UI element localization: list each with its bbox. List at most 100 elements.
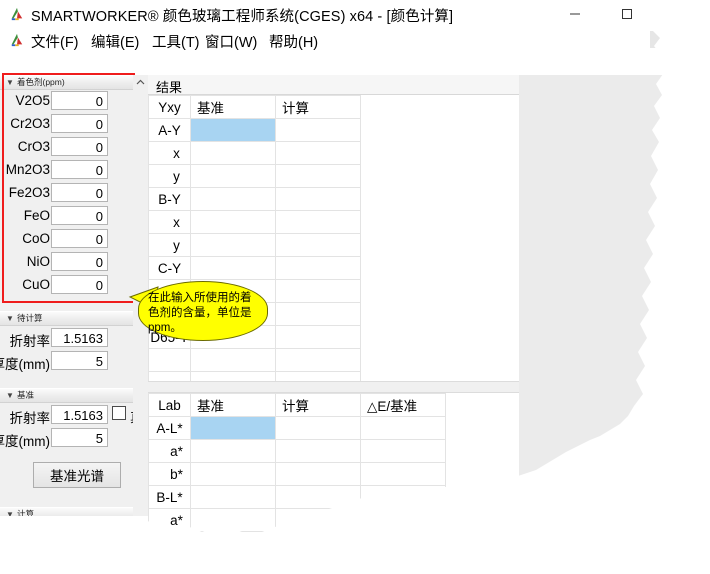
cell-reference[interactable] (190, 531, 276, 536)
cell-reference[interactable] (190, 508, 276, 532)
field-input-reference-thickness[interactable]: 5 (51, 428, 108, 447)
reference-spectrum-button[interactable]: 基准光谱 (33, 462, 121, 488)
cell-calculated[interactable] (275, 233, 361, 257)
table-row[interactable]: x (148, 210, 361, 234)
menu-item-window[interactable]: 窗口(W) (205, 31, 257, 52)
window-title: SMARTWORKER® 颜色玻璃工程师系统(CGES) x64 - [颜色计算… (31, 9, 454, 25)
field-row-cuo: CuO 0 (0, 275, 133, 297)
cell-calculated[interactable] (275, 531, 361, 536)
menu-item-tools[interactable]: 工具(T) (152, 31, 200, 52)
cell-reference[interactable] (190, 141, 276, 165)
field-input-cro3[interactable]: 0 (51, 137, 108, 156)
table-row[interactable]: b* (148, 531, 446, 536)
field-input-feo[interactable]: 0 (51, 206, 108, 225)
cell-reference[interactable] (190, 233, 276, 257)
menu-item-file[interactable]: 文件(F) (31, 31, 79, 52)
cell-reference[interactable] (190, 210, 276, 234)
cell-reference[interactable] (190, 187, 276, 211)
table-row[interactable]: A-Y (148, 118, 361, 142)
window-maximize-button[interactable] (604, 0, 650, 28)
table-row[interactable]: B-L* (148, 485, 446, 509)
cell-calculated[interactable] (275, 118, 361, 142)
cell-calculated[interactable] (275, 256, 361, 280)
group-header-reference[interactable]: ▼ 基准 (0, 388, 133, 403)
results-tab[interactable]: 结果 (148, 75, 519, 95)
field-input-fe2o3[interactable]: 0 (51, 183, 108, 202)
table-row[interactable]: A-L* (148, 416, 446, 440)
cell-delta-e[interactable] (361, 555, 446, 574)
cell-calculated[interactable] (275, 348, 361, 372)
field-value-nio: 0 (95, 255, 103, 270)
field-row-feo: FeO 0 (0, 206, 133, 228)
checkbox-true-reference[interactable] (112, 406, 126, 420)
cell-reference[interactable] (190, 256, 276, 280)
cell-delta-e[interactable] (360, 439, 446, 463)
field-input-target-thickness[interactable]: 5 (51, 351, 108, 370)
group-header-target[interactable]: ▼ 待计算 (0, 311, 133, 326)
field-label-v2o5: V2O5 (15, 93, 50, 108)
field-input-target-refractive-index[interactable]: 1.5163 (51, 328, 108, 347)
cell-delta-e[interactable] (360, 531, 446, 536)
mdi-child-minimize-button[interactable]: - (650, 31, 663, 48)
cell-calculated[interactable] (275, 462, 361, 486)
table-row[interactable]: B-Y (148, 187, 361, 211)
cell-calculated[interactable] (275, 416, 361, 440)
cell-reference[interactable] (191, 555, 276, 574)
table-row[interactable] (148, 348, 361, 372)
table-row[interactable]: a* (148, 439, 446, 463)
window-minimize-button[interactable] (552, 0, 598, 28)
cell-calculated[interactable] (275, 302, 361, 326)
cell-delta-e[interactable] (360, 508, 446, 532)
group-header-calculate[interactable]: ▼ 计算 (0, 507, 133, 516)
table-row[interactable]: x (148, 141, 361, 165)
cell-calculated[interactable] (275, 187, 361, 211)
mdi-child-restore-button[interactable]: ⊡ (674, 31, 696, 48)
cell-calculated[interactable] (275, 439, 361, 463)
field-input-nio[interactable]: 0 (51, 252, 108, 271)
cell-calculated[interactable] (276, 555, 361, 574)
cell-reference[interactable] (190, 164, 276, 188)
table-row[interactable]: C-L* (149, 555, 446, 574)
field-input-mn2o3[interactable]: 0 (51, 160, 108, 179)
field-label-feo: FeO (23, 208, 50, 223)
menu-item-edit[interactable]: 编辑(E) (91, 31, 139, 52)
row-label: C-L* (149, 555, 191, 574)
scroll-up-button[interactable] (133, 75, 148, 90)
cell-delta-e[interactable] (360, 485, 446, 509)
cell-calculated[interactable] (275, 508, 361, 532)
field-input-v2o5[interactable]: 0 (51, 91, 108, 110)
table-row[interactable]: b* (148, 462, 446, 486)
row-label: C-Y (148, 256, 191, 280)
cell-reference[interactable] (190, 439, 276, 463)
cell-calculated[interactable] (275, 210, 361, 234)
cell-calculated[interactable] (275, 325, 361, 349)
field-value-reference-thickness: 5 (95, 431, 103, 446)
cell-reference[interactable] (190, 118, 276, 142)
field-input-coo[interactable]: 0 (51, 229, 108, 248)
tooltip-callout-text: 在此输入所使用的着色剂的含量，单位是ppm。 (148, 292, 252, 334)
table-row[interactable]: a* (148, 508, 446, 532)
cell-calculated[interactable] (275, 485, 361, 509)
toolbar (0, 51, 663, 123)
cell-calculated[interactable] (275, 141, 361, 165)
cell-delta-e[interactable] (360, 462, 446, 486)
cell-reference[interactable] (190, 416, 276, 440)
table-row[interactable]: y (148, 164, 361, 188)
field-input-cuo[interactable]: 0 (51, 275, 108, 294)
cell-reference[interactable] (190, 348, 276, 372)
table-row[interactable]: C-Y (148, 256, 361, 280)
window-close-button[interactable] (658, 0, 663, 28)
group-header-colorant[interactable]: ▼ 着色剂(ppm) (0, 75, 133, 90)
cell-calculated[interactable] (275, 279, 361, 303)
cell-reference[interactable] (190, 485, 276, 509)
cell-delta-e[interactable] (360, 416, 446, 440)
field-input-reference-refractive-index[interactable]: 1.5163 (51, 405, 108, 424)
cell-calculated[interactable] (275, 164, 361, 188)
field-row-coo: CoO 0 (0, 229, 133, 251)
cell-reference[interactable] (190, 462, 276, 486)
splitter-bar[interactable] (148, 381, 519, 393)
table-row[interactable]: y (148, 233, 361, 257)
minimize-icon (570, 13, 580, 15)
menu-item-help[interactable]: 帮助(H) (269, 31, 318, 52)
field-input-cr2o3[interactable]: 0 (51, 114, 108, 133)
